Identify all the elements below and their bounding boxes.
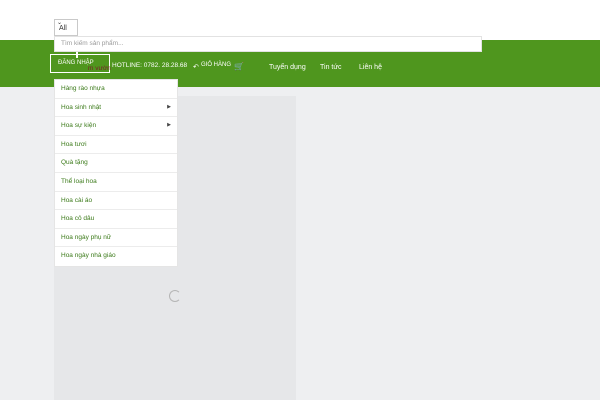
dropdown-item-label: Hoa cô dâu [61,215,95,223]
category-select-value: All [59,25,67,32]
dropdown-item-label: Quà tặng [61,159,88,167]
dropdown-item-label: Thể loại hoa [61,177,97,185]
dropdown-item-label: Hoa cài áo [61,196,93,204]
spinner-icon [169,290,181,302]
nav-link-contact[interactable]: Liên hệ [359,64,382,71]
top-header [0,0,600,40]
nav-link-news[interactable]: Tin tức [320,64,342,71]
login-tab-marker [76,52,78,58]
cart-icon[interactable]: 🛒 [234,62,244,71]
dropdown-item-the-loai-hoa[interactable]: Thể loại hoa [55,173,177,192]
dropdown-item-hoa-co-dau[interactable]: Hoa cô dâu [55,210,177,229]
dropdown-item-hoa-tuoi[interactable]: Hoa tươi [55,136,177,155]
dropdown-item-hoa-ngay-phu-nu[interactable]: Hoa ngày phụ nữ [55,229,177,248]
search-placeholder: Tìm kiếm sản phẩm... [61,40,124,47]
garden-menu-fragment: m vườn [88,65,111,72]
caret-right-icon: ▶ [167,122,171,129]
dropdown-item-hoa-cai-ao[interactable]: Hoa cài áo [55,192,177,211]
category-dropdown-menu: Hàng rào nhựa Hoa sinh nhật ▶ Hoa sự kiệ… [54,79,178,267]
cart-prefix-icon: ↶ [193,64,199,71]
category-select[interactable]: ⌄ All [54,19,78,36]
hotline-text[interactable]: HOTLINE: 0782. 28.28.68 [112,62,187,69]
dropdown-item-label: Hoa ngày nhà giáo [61,252,116,260]
dropdown-item-hoa-ngay-nha-giao[interactable]: Hoa ngày nhà giáo [55,247,177,266]
dropdown-item-label: Hoa sinh nhật [61,103,102,111]
nav-link-recruitment[interactable]: Tuyển dụng [269,64,306,71]
dropdown-item-hoa-sinh-nhat[interactable]: Hoa sinh nhật ▶ [55,99,177,118]
search-input[interactable]: Tìm kiếm sản phẩm... [54,36,482,52]
caret-right-icon: ▶ [167,103,171,110]
dropdown-item-label: Hoa sự kiện [61,122,97,130]
dropdown-item-label: Hàng rào nhựa [61,85,105,92]
cart-link[interactable]: GIỎ HÀNG [201,62,231,68]
dropdown-item-hoa-su-kien[interactable]: Hoa sự kiện ▶ [55,117,177,136]
dropdown-item-label: Hoa ngày phụ nữ [61,233,112,241]
dropdown-item-hang-rao-nhua[interactable]: Hàng rào nhựa [55,80,177,99]
dropdown-item-label: Hoa tươi [61,140,87,148]
dropdown-item-qua-tang[interactable]: Quà tặng [55,154,177,173]
